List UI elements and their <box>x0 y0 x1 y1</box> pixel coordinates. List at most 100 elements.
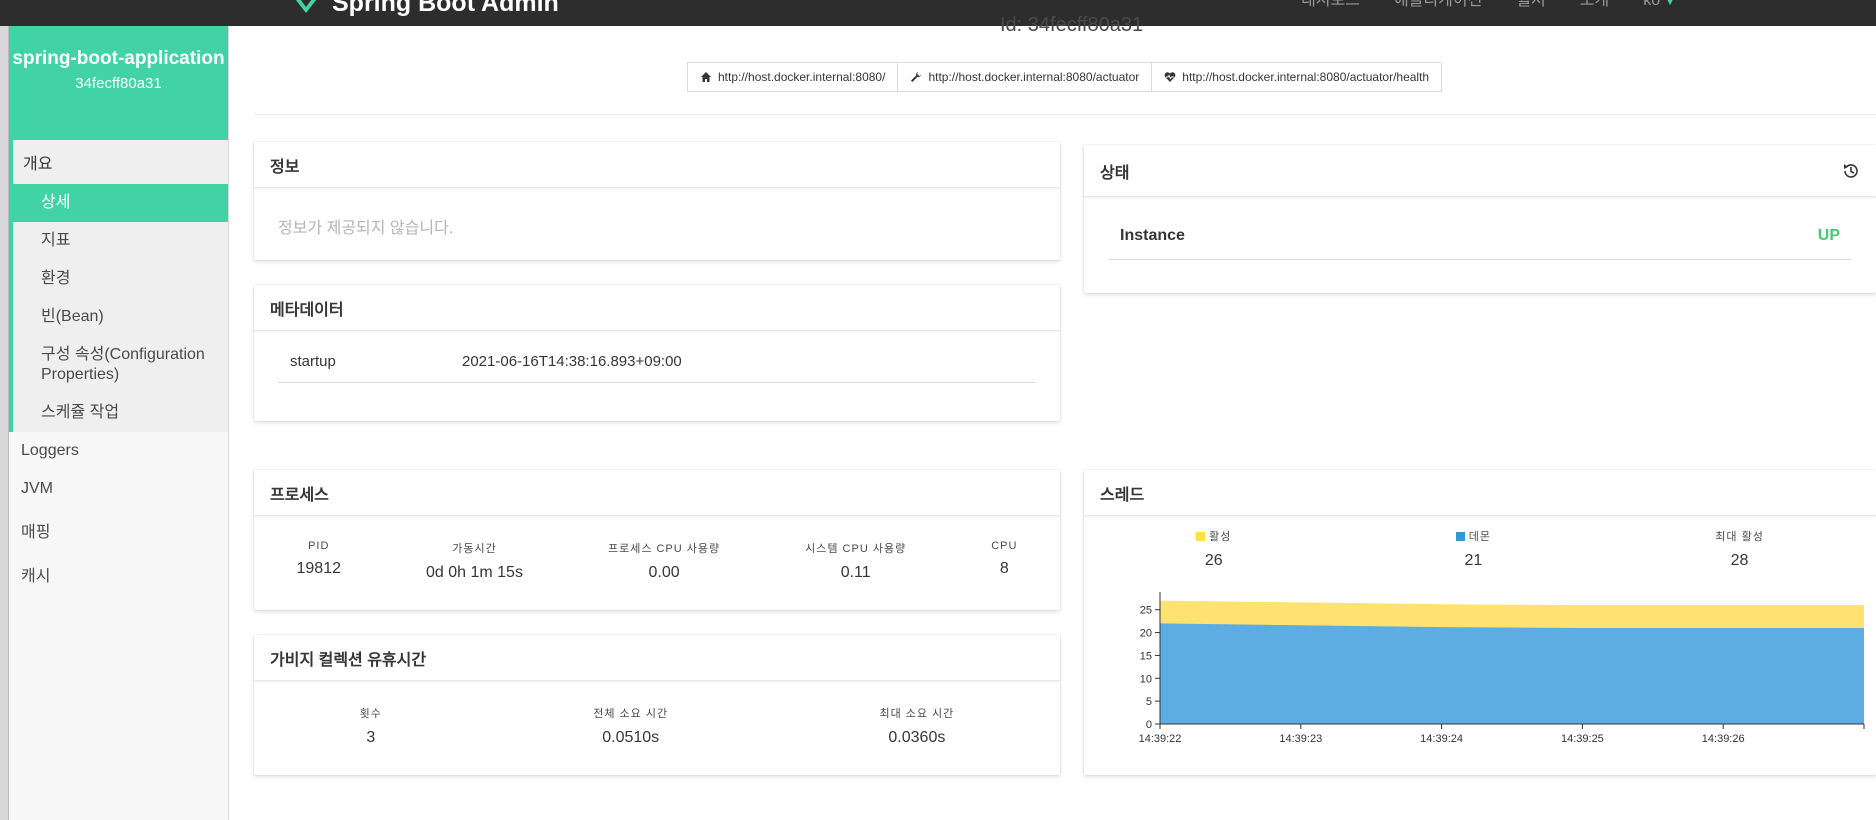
y-tick-label: 15 <box>1140 650 1152 662</box>
process-stat-pid: PID 19812 <box>297 540 342 582</box>
home-url-label: http://host.docker.internal:8080/ <box>718 70 886 84</box>
health-url-button[interactable]: http://host.docker.internal:8080/actuato… <box>1151 62 1443 92</box>
process-card: 프로세스 PID 19812 가동시간 0d 0h 1m 15s 프로세스 CP… <box>254 470 1060 610</box>
health-card-title: 상태 <box>1100 164 1130 182</box>
nav-dashboard[interactable]: 대시보드 <box>1301 0 1360 11</box>
app-name: spring-boot-application <box>12 48 225 69</box>
x-tick-label: 14:39:22 <box>1139 733 1182 745</box>
stat-label: 시스템 CPU 사용량 <box>805 543 907 555</box>
stat-label: CPU <box>991 540 1018 552</box>
nav-group-overview: 개요 상세 지표 환경 빈(Bean) 구성 속성(Configuration … <box>9 140 228 432</box>
nav-applications[interactable]: 애플리케이션 <box>1394 0 1482 11</box>
x-tick-label: 14:39:25 <box>1561 733 1604 745</box>
stat-label: PID <box>308 540 330 552</box>
legend-swatch <box>1196 531 1206 541</box>
health-card-header: 상태 <box>1084 145 1876 197</box>
y-tick-label: 20 <box>1140 628 1152 640</box>
language-label: ko <box>1643 0 1661 9</box>
url-bar: http://host.docker.internal:8080/ http:/… <box>687 62 1443 92</box>
actuator-url-label: http://host.docker.internal:8080/actuato… <box>928 70 1140 84</box>
health-card: 상태 Instance UP <box>1084 145 1876 293</box>
gc-stat-count: 횟수 3 <box>360 705 382 747</box>
gc-stat-max-time: 최대 소요 시간 0.0360s <box>879 705 954 747</box>
stat-label: 가동시간 <box>452 543 497 555</box>
stat-label: 전체 소요 시간 <box>593 708 669 720</box>
sidebar-item-scheduled-tasks[interactable]: 스케쥴 작업 <box>13 394 228 432</box>
chevron-down-icon: ▼ <box>1664 0 1676 8</box>
legend-label: 활성 <box>1209 531 1232 543</box>
process-stat-process-cpu: 프로세스 CPU 사용량 0.00 <box>608 540 720 582</box>
stat-value: 0.0360s <box>888 729 946 746</box>
sidebar-item-details[interactable]: 상세 <box>13 184 228 222</box>
legend-value: 21 <box>1464 552 1483 569</box>
y-tick-label: 10 <box>1140 673 1152 685</box>
legend-label: 최대 활성 <box>1715 531 1764 543</box>
nav-about[interactable]: 소개 <box>1580 0 1609 11</box>
gc-stat-total-time: 전체 소요 시간 0.0510s <box>593 705 668 747</box>
x-tick-label: 14:39:24 <box>1420 733 1463 745</box>
health-instance-label: Instance <box>1120 227 1185 244</box>
stat-value: 0.00 <box>648 564 680 581</box>
y-tick-label: 5 <box>1146 696 1152 708</box>
stat-value: 19812 <box>296 560 342 577</box>
sidebar-item-loggers[interactable]: Loggers <box>9 432 228 470</box>
info-card: 정보 정보가 제공되지 않습니다. <box>254 142 1060 260</box>
wrench-icon <box>911 72 922 82</box>
legend-peak: 최대 활성 28 <box>1715 528 1764 570</box>
stat-value: 8 <box>999 560 1009 577</box>
process-card-title: 프로세스 <box>254 470 1060 516</box>
health-url-label: http://host.docker.internal:8080/actuato… <box>1182 70 1430 84</box>
threads-legend: 활성 26 데몬 21 최대 활성 28 <box>1084 516 1876 570</box>
sidebar-item-environment[interactable]: 환경 <box>13 260 228 298</box>
stat-label: 프로세스 CPU 사용량 <box>607 543 721 555</box>
threads-area-chart: 0 5 10 15 20 25 14:39:22 14:39:23 14:39:24 14:39:… <box>1139 592 1865 745</box>
health-status-badge: UP <box>1817 227 1840 244</box>
app-instance-id: 34fecff80a31 <box>75 75 162 92</box>
stat-value: 0.0510s <box>602 729 660 746</box>
heartbeat-icon <box>1164 72 1176 82</box>
history-icon[interactable] <box>1842 162 1860 180</box>
home-url-button[interactable]: http://host.docker.internal:8080/ <box>687 62 899 92</box>
y-tick-label: 25 <box>1140 605 1152 617</box>
legend-label: 데몬 <box>1468 531 1491 543</box>
info-empty-message: 정보가 제공되지 않습니다. <box>278 220 454 237</box>
health-instance-row: Instance UP <box>1108 213 1852 260</box>
sidebar-item-metrics[interactable]: 지표 <box>13 222 228 260</box>
sidebar: spring-boot-application 34fecff80a31 개요 … <box>9 26 229 820</box>
stat-value: 0.11 <box>840 564 871 581</box>
x-tick-label: 14:39:26 <box>1702 733 1745 745</box>
gc-card-title: 가비지 컬렉션 유휴시간 <box>254 635 1060 681</box>
header-divider <box>254 114 1876 115</box>
nav-wallboard[interactable]: 월저 <box>1516 0 1545 11</box>
app-header: spring-boot-application 34fecff80a31 <box>9 26 228 140</box>
sidebar-item-caches[interactable]: 캐시 <box>9 552 228 596</box>
series-area-데몬 <box>1160 623 1864 724</box>
stat-label: 최대 소요 시간 <box>879 708 955 720</box>
language-selector[interactable]: ko ▼ <box>1643 0 1676 11</box>
legend-live: 활성 26 <box>1196 528 1231 570</box>
legend-daemon: 데몬 21 <box>1455 528 1491 570</box>
stat-value: 0d 0h 1m 15s <box>426 564 523 581</box>
sidebar-item-configprops[interactable]: 구성 속성(Configuration Properties) <box>13 336 228 394</box>
x-tick-label: 14:39:23 <box>1279 733 1322 745</box>
legend-swatch <box>1455 531 1465 541</box>
spring-boot-admin-logo-icon <box>295 0 317 13</box>
metadata-row: startup 2021-06-16T14:38:16.893+09:00 <box>278 341 1036 383</box>
brand-title: Spring Boot Admin <box>332 0 559 17</box>
top-navbar: Spring Boot Admin 대시보드 애플리케이션 월저 소개 ko ▼ <box>0 0 1876 26</box>
process-stat-uptime: 가동시간 0d 0h 1m 15s <box>426 540 523 582</box>
sidebar-item-overview[interactable]: 개요 <box>13 140 228 184</box>
sidebar-item-beans[interactable]: 빈(Bean) <box>13 298 228 336</box>
sidebar-item-mappings[interactable]: 매핑 <box>9 508 228 552</box>
legend-value: 26 <box>1204 552 1223 569</box>
process-stat-system-cpu: 시스템 CPU 사용량 0.11 <box>805 540 906 582</box>
legend-value: 28 <box>1730 552 1749 569</box>
threads-card-title: 스레드 <box>1084 470 1876 516</box>
actuator-url-button[interactable]: http://host.docker.internal:8080/actuato… <box>897 62 1153 92</box>
sidebar-item-jvm[interactable]: JVM <box>9 470 228 508</box>
stat-value: 3 <box>366 729 376 746</box>
brand[interactable]: Spring Boot Admin <box>290 0 559 18</box>
metadata-value: 2021-06-16T14:38:16.893+09:00 <box>462 353 682 370</box>
metadata-card: 메타데이터 startup 2021-06-16T14:38:16.893+09… <box>254 285 1060 421</box>
gc-card: 가비지 컬렉션 유휴시간 횟수 3 전체 소요 시간 0.0510s 최대 소요… <box>254 635 1060 775</box>
